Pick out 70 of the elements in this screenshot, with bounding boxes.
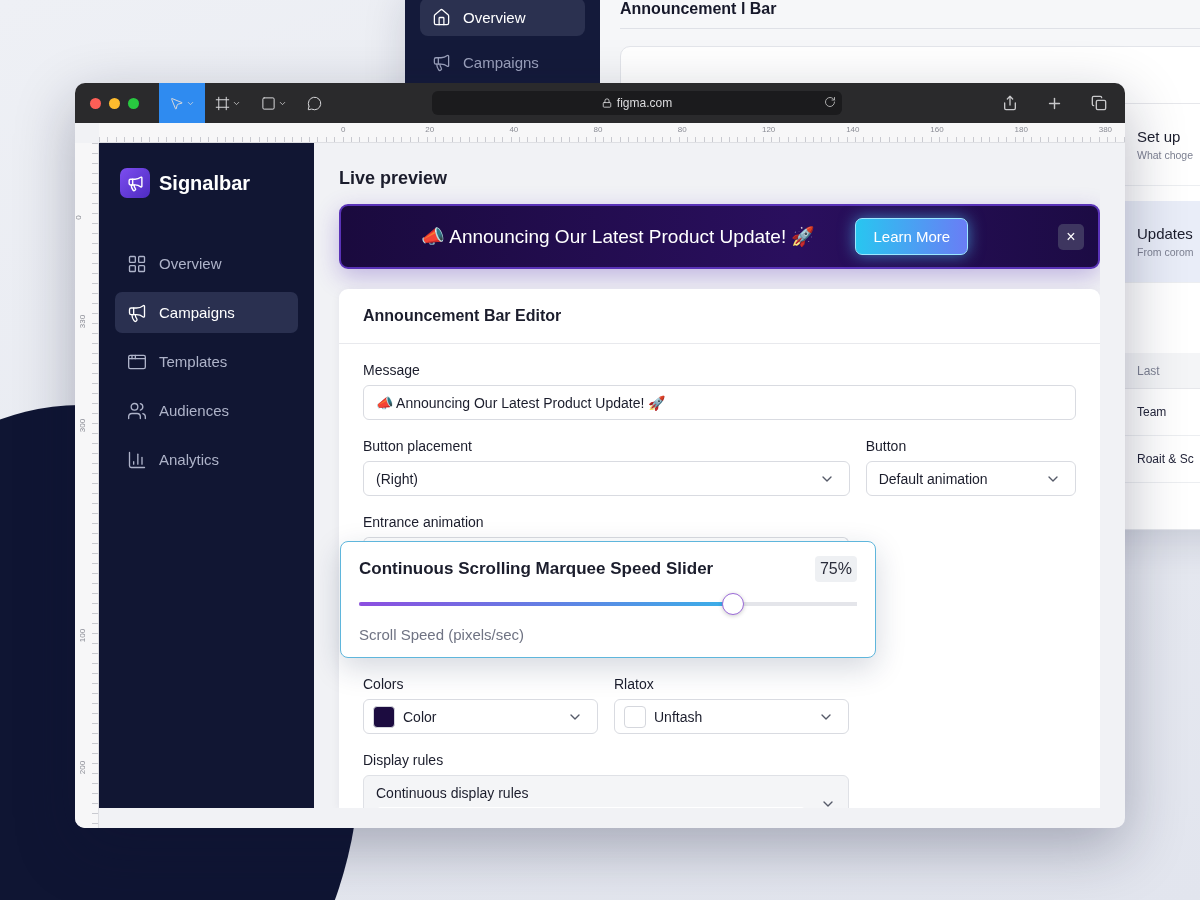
- announcement-text: 📣 Announcing Our Latest Product Update! 🚀: [421, 225, 816, 248]
- nav-item[interactable]: Audiences: [115, 390, 298, 431]
- slider-thumb[interactable]: [721, 593, 744, 615]
- frame-icon: [215, 95, 230, 111]
- brand-name: Signalbar: [159, 171, 251, 195]
- card-title: Announcement Bar Editor: [339, 289, 1100, 344]
- ruler-number: 300: [78, 418, 88, 433]
- square-icon: [261, 95, 276, 111]
- popover-title: Continuous Scrolling Marquee Speed Slider: [359, 559, 714, 579]
- ruler-number: 120: [761, 125, 776, 134]
- item-subtitle: From corom: [1137, 246, 1195, 258]
- field-label: Button: [865, 438, 908, 454]
- ruler-number: 160: [930, 125, 944, 134]
- sidebar-item[interactable]: Campaigns: [420, 43, 585, 81]
- users-icon: [127, 400, 147, 421]
- close-button[interactable]: ×: [1058, 223, 1084, 250]
- slider-caption: Scroll Speed (pixels/sec): [359, 626, 525, 643]
- grid-icon: [127, 253, 147, 274]
- ruler-number: 380: [1098, 125, 1113, 134]
- close-dot[interactable]: [90, 97, 101, 109]
- field-label: Display rules: [363, 752, 445, 768]
- button-select[interactable]: Default animation: [865, 461, 1076, 496]
- pointer-icon: [169, 95, 184, 111]
- field-label: Entrance animation: [363, 514, 485, 530]
- ruler-number: 140: [846, 125, 860, 134]
- nav-item[interactable]: Templates: [115, 341, 298, 382]
- item-title: Set up: [1137, 128, 1182, 145]
- ruler-number: 80: [593, 125, 603, 134]
- reload-icon[interactable]: [824, 96, 836, 108]
- lock-icon: [601, 98, 612, 108]
- speech-bubble-icon: [307, 95, 322, 111]
- ruler-number: 80: [677, 125, 687, 134]
- ruler-number: 0: [75, 215, 83, 220]
- address-bar[interactable]: figma.com: [432, 91, 842, 115]
- item-title: Updates: [1137, 225, 1194, 242]
- maximize-dot[interactable]: [128, 97, 139, 109]
- house-icon: [432, 7, 451, 27]
- minimize-dot[interactable]: [109, 97, 120, 109]
- field-label: Rlatox: [614, 676, 655, 692]
- ruler-number: 20: [425, 125, 435, 134]
- item-subtitle: What choge: [1137, 149, 1195, 161]
- ruler-number: 200: [78, 760, 88, 775]
- nav-item[interactable]: Overview: [115, 243, 298, 284]
- display-rules-select[interactable]: Continuous display rules: [363, 775, 849, 808]
- message-input[interactable]: 📣 Announcing Our Latest Product Update! 🚀: [363, 385, 1076, 420]
- ruler-number: 330: [78, 314, 88, 329]
- bar-chart-icon: [127, 449, 147, 470]
- nav-item[interactable]: Campaigns: [115, 292, 298, 333]
- ruler-number: 180: [1014, 125, 1028, 134]
- url-text: figma.com: [616, 96, 673, 110]
- field-label: Message: [363, 362, 421, 378]
- megaphone-icon: [432, 52, 451, 72]
- placement-select[interactable]: (Right): [363, 461, 850, 496]
- megaphone-icon: [127, 302, 147, 323]
- style-select[interactable]: Unftash: [614, 699, 849, 734]
- ruler-number: 40: [509, 125, 519, 134]
- sidebar-item[interactable]: Overview: [420, 0, 585, 36]
- ruler-number: 0: [341, 125, 346, 134]
- page-title: Announcement l Bar: [620, 0, 1200, 29]
- nav-item[interactable]: Analytics: [115, 439, 298, 480]
- list-item[interactable]: Updates From corom: [1124, 201, 1200, 283]
- select-value: Continuous display rules: [376, 785, 530, 801]
- style-select[interactable]: Color: [363, 699, 598, 734]
- field-label: Colors: [363, 676, 405, 692]
- ruler-number: 100: [78, 628, 88, 643]
- percent-badge: 75%: [814, 556, 857, 582]
- column-header: Last: [1124, 353, 1200, 389]
- field-label: Button placement: [363, 438, 473, 454]
- section-title: Live preview: [339, 168, 449, 189]
- megaphone-logo-icon: [120, 168, 150, 198]
